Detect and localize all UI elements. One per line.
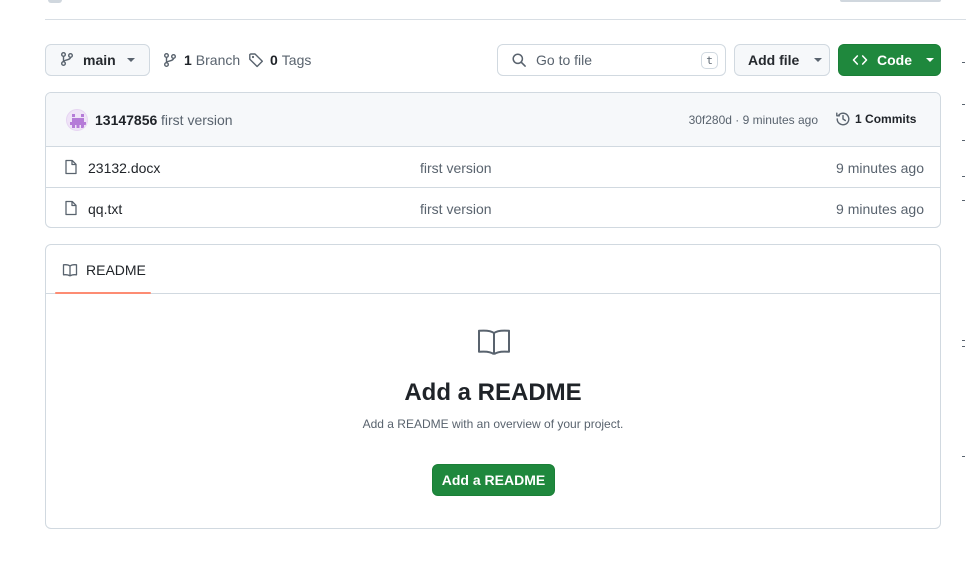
table-row[interactable]: qq.txt first version 9 minutes ago [46, 188, 940, 227]
code-icon [852, 52, 868, 68]
book-icon [62, 262, 86, 278]
commit-message[interactable]: first version [161, 112, 233, 128]
add-file-button[interactable]: Add file [734, 44, 830, 76]
sidebar-edge-fragment [962, 0, 966, 568]
code-label: Code [877, 52, 912, 68]
search-icon [511, 52, 527, 68]
commits-history-link[interactable]: 1 Commits [835, 111, 916, 127]
table-row[interactable]: 23132.docx first version 9 minutes ago [46, 147, 940, 188]
tag-count: 0 [270, 52, 278, 68]
header-divider [45, 19, 966, 20]
git-branch-icon [162, 52, 184, 68]
branch-name: main [83, 52, 116, 68]
branch-selector-button[interactable]: main [45, 44, 150, 76]
file-commit-message[interactable]: first version [420, 160, 492, 176]
tab-readme-label: README [86, 261, 146, 278]
file-commit-time: 9 minutes ago [836, 201, 924, 217]
file-list: 13147856 first version 30f280d · 9 minut… [45, 92, 941, 228]
history-icon [835, 111, 855, 127]
repo-toolbar: main 1 Branch 0 Tags t Add file Code [45, 44, 941, 76]
add-file-label: Add file [748, 52, 800, 68]
go-to-file-search[interactable]: t [497, 44, 726, 76]
add-readme-button[interactable]: Add a README [432, 464, 555, 496]
branch-label: Branch [195, 52, 241, 68]
file-icon [63, 159, 79, 175]
empty-state-heading: Add a README [404, 379, 582, 406]
empty-state-description: Add a README with an overview of your pr… [362, 417, 624, 431]
commit-author[interactable]: 13147856 [95, 112, 157, 128]
avatar[interactable] [66, 109, 88, 131]
top-partial-element [840, 0, 941, 2]
latest-commit-bar: 13147856 first version 30f280d · 9 minut… [46, 93, 940, 147]
file-icon [63, 200, 79, 216]
readme-panel: README Add a README Add a README with an… [45, 244, 941, 529]
readme-header: README [46, 245, 940, 294]
top-partial-element [48, 0, 62, 3]
chevron-down-icon [126, 58, 135, 62]
git-branch-icon [59, 51, 75, 70]
file-commit-time: 9 minutes ago [836, 160, 924, 176]
file-commit-message[interactable]: first version [420, 201, 492, 217]
commits-label: Commits [865, 112, 917, 126]
book-icon [477, 329, 511, 357]
commits-count: 1 [855, 112, 862, 126]
tags-link[interactable]: 0 Tags [248, 44, 311, 76]
keyboard-shortcut-hint: t [701, 52, 718, 69]
tag-icon [248, 52, 270, 68]
branch-count: 1 [184, 52, 192, 68]
commit-hash-time[interactable]: 30f280d · 9 minutes ago [689, 113, 818, 127]
search-input[interactable] [536, 52, 686, 68]
tag-label: Tags [281, 52, 312, 68]
file-name-link[interactable]: 23132.docx [88, 160, 160, 176]
code-button[interactable]: Code [838, 44, 941, 76]
branches-link[interactable]: 1 Branch [162, 44, 240, 76]
chevron-down-icon [926, 58, 934, 62]
readme-empty-state: Add a README Add a README with an overvi… [46, 294, 940, 528]
tab-readme[interactable]: README [55, 245, 151, 294]
file-name-link[interactable]: qq.txt [88, 201, 122, 217]
chevron-down-icon [814, 58, 823, 62]
